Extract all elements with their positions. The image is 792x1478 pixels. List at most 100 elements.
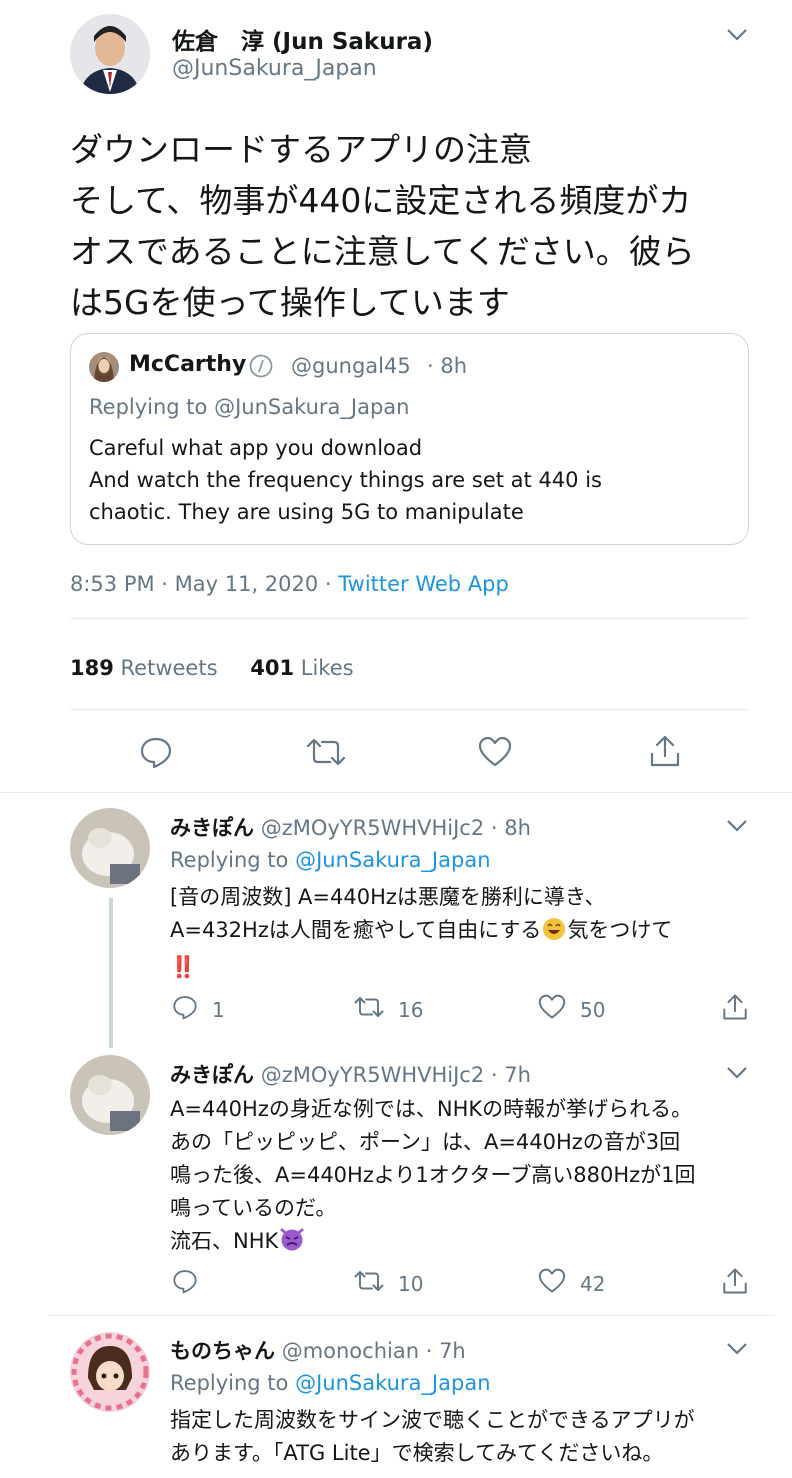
reply-name[interactable]: みきぽん bbox=[170, 816, 254, 840]
likes-count: 401 bbox=[250, 656, 295, 680]
reply-text-line: A=432Hzは人間を癒やして自由にする 気をつけて bbox=[170, 914, 672, 951]
share-icon[interactable] bbox=[721, 1267, 749, 1295]
likes-stat[interactable]: 401 Likes bbox=[250, 656, 353, 680]
retweet-count: 10 bbox=[398, 1271, 424, 1296]
like-icon bbox=[538, 1268, 566, 1299]
reply-text-line: 鳴っているのだ。 bbox=[170, 1196, 337, 1220]
reply-header: みきぽん @zMOyYR5WHVHiJc2 · 8h bbox=[170, 812, 531, 842]
tweet-source-link[interactable]: Twitter Web App bbox=[338, 572, 509, 596]
reply-replying-to: Replying to @JunSakura_Japan bbox=[170, 1371, 491, 1395]
replying-handle-link[interactable]: @JunSakura_Japan bbox=[295, 1371, 490, 1395]
reply-text-segment: A=432Hzは人間を癒やして自由にする bbox=[170, 918, 542, 942]
verified-icon bbox=[249, 354, 273, 378]
divider bbox=[48, 1315, 775, 1316]
reply-text-segment: 気をつけて bbox=[567, 918, 673, 942]
author-handle[interactable]: @JunSakura_Japan bbox=[172, 56, 377, 81]
quoted-text-line: And watch the frequency things are set a… bbox=[89, 468, 602, 492]
tweet-text-line: そして、物事が440に設定される頻度がカ bbox=[70, 181, 692, 220]
tweet-timestamp: 8:53 PM · May 11, 2020 · bbox=[70, 572, 332, 596]
reply-avatar[interactable] bbox=[70, 1332, 150, 1412]
author-avatar[interactable] bbox=[70, 14, 150, 94]
quoted-replying-to: Replying to @JunSakura_Japan bbox=[89, 395, 410, 419]
reply-action-like[interactable]: 42 bbox=[538, 1268, 605, 1299]
reply-action-like[interactable]: 50 bbox=[538, 994, 605, 1025]
reply-text-line: 指定した周波数をサイン波で聴くことができるアプリが bbox=[170, 1408, 695, 1432]
retweet-icon[interactable] bbox=[306, 738, 346, 766]
tweet-meta: 8:53 PM · May 11, 2020 · Twitter Web App bbox=[70, 572, 509, 596]
reply-text: 指定した周波数をサイン波で聴くことができるアプリが あります。「ATG Lite… bbox=[170, 1404, 695, 1470]
reply-avatar[interactable] bbox=[70, 808, 150, 888]
divider bbox=[70, 709, 749, 710]
divider bbox=[0, 792, 792, 793]
reply-text-segment: 流石、NHK bbox=[170, 1229, 279, 1253]
reply-action-retweet[interactable]: 10 bbox=[354, 1270, 423, 1297]
retweet-icon bbox=[354, 996, 384, 1023]
angry-devil-emoji-icon bbox=[279, 1226, 305, 1262]
share-icon[interactable] bbox=[648, 734, 682, 768]
reply-icon[interactable] bbox=[139, 736, 173, 768]
reply-icon bbox=[172, 1268, 198, 1299]
quoted-text-line: chaotic. They are using 5G to manipulate bbox=[89, 500, 524, 524]
like-count: 42 bbox=[580, 1271, 606, 1296]
reply-handle[interactable]: @zMOyYR5WHVHiJc2 bbox=[261, 816, 485, 840]
double-exclamation-icon: ‼️ bbox=[170, 955, 197, 979]
chevron-down-icon[interactable] bbox=[726, 819, 748, 833]
tweet-text-line: オスであることに注意してください。彼ら bbox=[70, 232, 695, 271]
quoted-text: Careful what app you download And watch … bbox=[89, 432, 602, 528]
like-count: 50 bbox=[580, 997, 606, 1022]
share-icon[interactable] bbox=[721, 993, 749, 1021]
retweet-icon bbox=[354, 1270, 384, 1297]
reply-text-line: 流石、NHK bbox=[170, 1225, 696, 1262]
retweets-count: 189 bbox=[70, 656, 114, 680]
tweet-stats: 189 Retweets 401 Likes bbox=[70, 656, 354, 680]
quoted-avatar bbox=[89, 352, 119, 382]
retweets-label: Retweets bbox=[120, 656, 218, 680]
author-name[interactable]: 佐倉 淳 (Jun Sakura) bbox=[172, 22, 433, 56]
reply-text-line: [音の周波数] A=440Hzは悪魔を勝利に導き、 bbox=[170, 885, 606, 909]
reply-header: ものちゃん @monochian · 7h bbox=[170, 1335, 466, 1365]
quoted-text-line: Careful what app you download bbox=[89, 436, 423, 460]
tweet-text: ダウンロードするアプリの注意 そして、物事が440に設定される頻度がカ オスであ… bbox=[70, 124, 695, 328]
likes-label: Likes bbox=[300, 656, 354, 680]
reply-action-reply[interactable]: 1 bbox=[172, 994, 225, 1025]
replying-prefix: Replying to bbox=[170, 848, 289, 872]
chevron-down-icon[interactable] bbox=[726, 1066, 748, 1080]
reply-text: [音の周波数] A=440Hzは悪魔を勝利に導き、 A=432Hzは人間を癒やし… bbox=[170, 881, 672, 984]
tweet-text-line: は5Gを使って操作しています bbox=[70, 283, 510, 322]
chevron-down-icon[interactable] bbox=[726, 28, 748, 42]
reply-icon bbox=[172, 994, 198, 1025]
reply-time: · 8h bbox=[490, 816, 531, 840]
reply-text-line: 鳴った後、A=440Hzより1オクターブ高い880Hzが1回 bbox=[170, 1163, 696, 1187]
reply-time: · 7h bbox=[490, 1063, 531, 1087]
grinning-emoji-icon bbox=[542, 917, 566, 951]
reply-handle[interactable]: @zMOyYR5WHVHiJc2 bbox=[261, 1063, 485, 1087]
chevron-down-icon[interactable] bbox=[726, 1342, 748, 1356]
quoted-time: · 8h bbox=[427, 354, 468, 378]
replying-prefix: Replying to bbox=[170, 1371, 289, 1395]
reply-count: 1 bbox=[212, 997, 225, 1022]
quoted-name: McCarthy bbox=[129, 352, 247, 377]
reply-text-line: あの「ピッピッピ、ポーン」は、A=440Hzの音が3回 bbox=[170, 1130, 681, 1154]
quoted-handle: @gungal45 bbox=[291, 354, 411, 378]
reply-action-reply[interactable] bbox=[172, 1268, 212, 1299]
reply-text-line: あります。「ATG Lite」で検索してみてくださいね。 bbox=[170, 1441, 664, 1465]
retweet-count: 16 bbox=[398, 997, 424, 1022]
like-icon bbox=[538, 994, 566, 1025]
reply-header: みきぽん @zMOyYR5WHVHiJc2 · 7h bbox=[170, 1059, 531, 1089]
reply-action-retweet[interactable]: 16 bbox=[354, 996, 423, 1023]
tweet-text-line: ダウンロードするアプリの注意 bbox=[70, 130, 532, 169]
reply-name[interactable]: ものちゃん bbox=[170, 1339, 275, 1363]
reply-name[interactable]: みきぽん bbox=[170, 1063, 254, 1087]
reply-replying-to: Replying to @JunSakura_Japan bbox=[170, 848, 491, 872]
quoted-tweet-card[interactable]: McCarthy @gungal45 · 8h Replying to @Jun… bbox=[70, 333, 749, 545]
reply-avatar[interactable] bbox=[70, 1055, 150, 1135]
like-icon[interactable] bbox=[478, 736, 512, 768]
divider bbox=[70, 618, 749, 619]
reply-time: · 7h bbox=[425, 1339, 466, 1363]
reply-text-line: A=440Hzの身近な例では、NHKの時報が挙げられる。 bbox=[170, 1097, 693, 1121]
replying-handle-link[interactable]: @JunSakura_Japan bbox=[295, 848, 490, 872]
retweets-stat[interactable]: 189 Retweets bbox=[70, 656, 224, 680]
reply-handle[interactable]: @monochian bbox=[282, 1339, 419, 1363]
thread-connector bbox=[109, 898, 113, 1048]
reply-text: A=440Hzの身近な例では、NHKの時報が挙げられる。 あの「ピッピッピ、ポー… bbox=[170, 1093, 696, 1262]
